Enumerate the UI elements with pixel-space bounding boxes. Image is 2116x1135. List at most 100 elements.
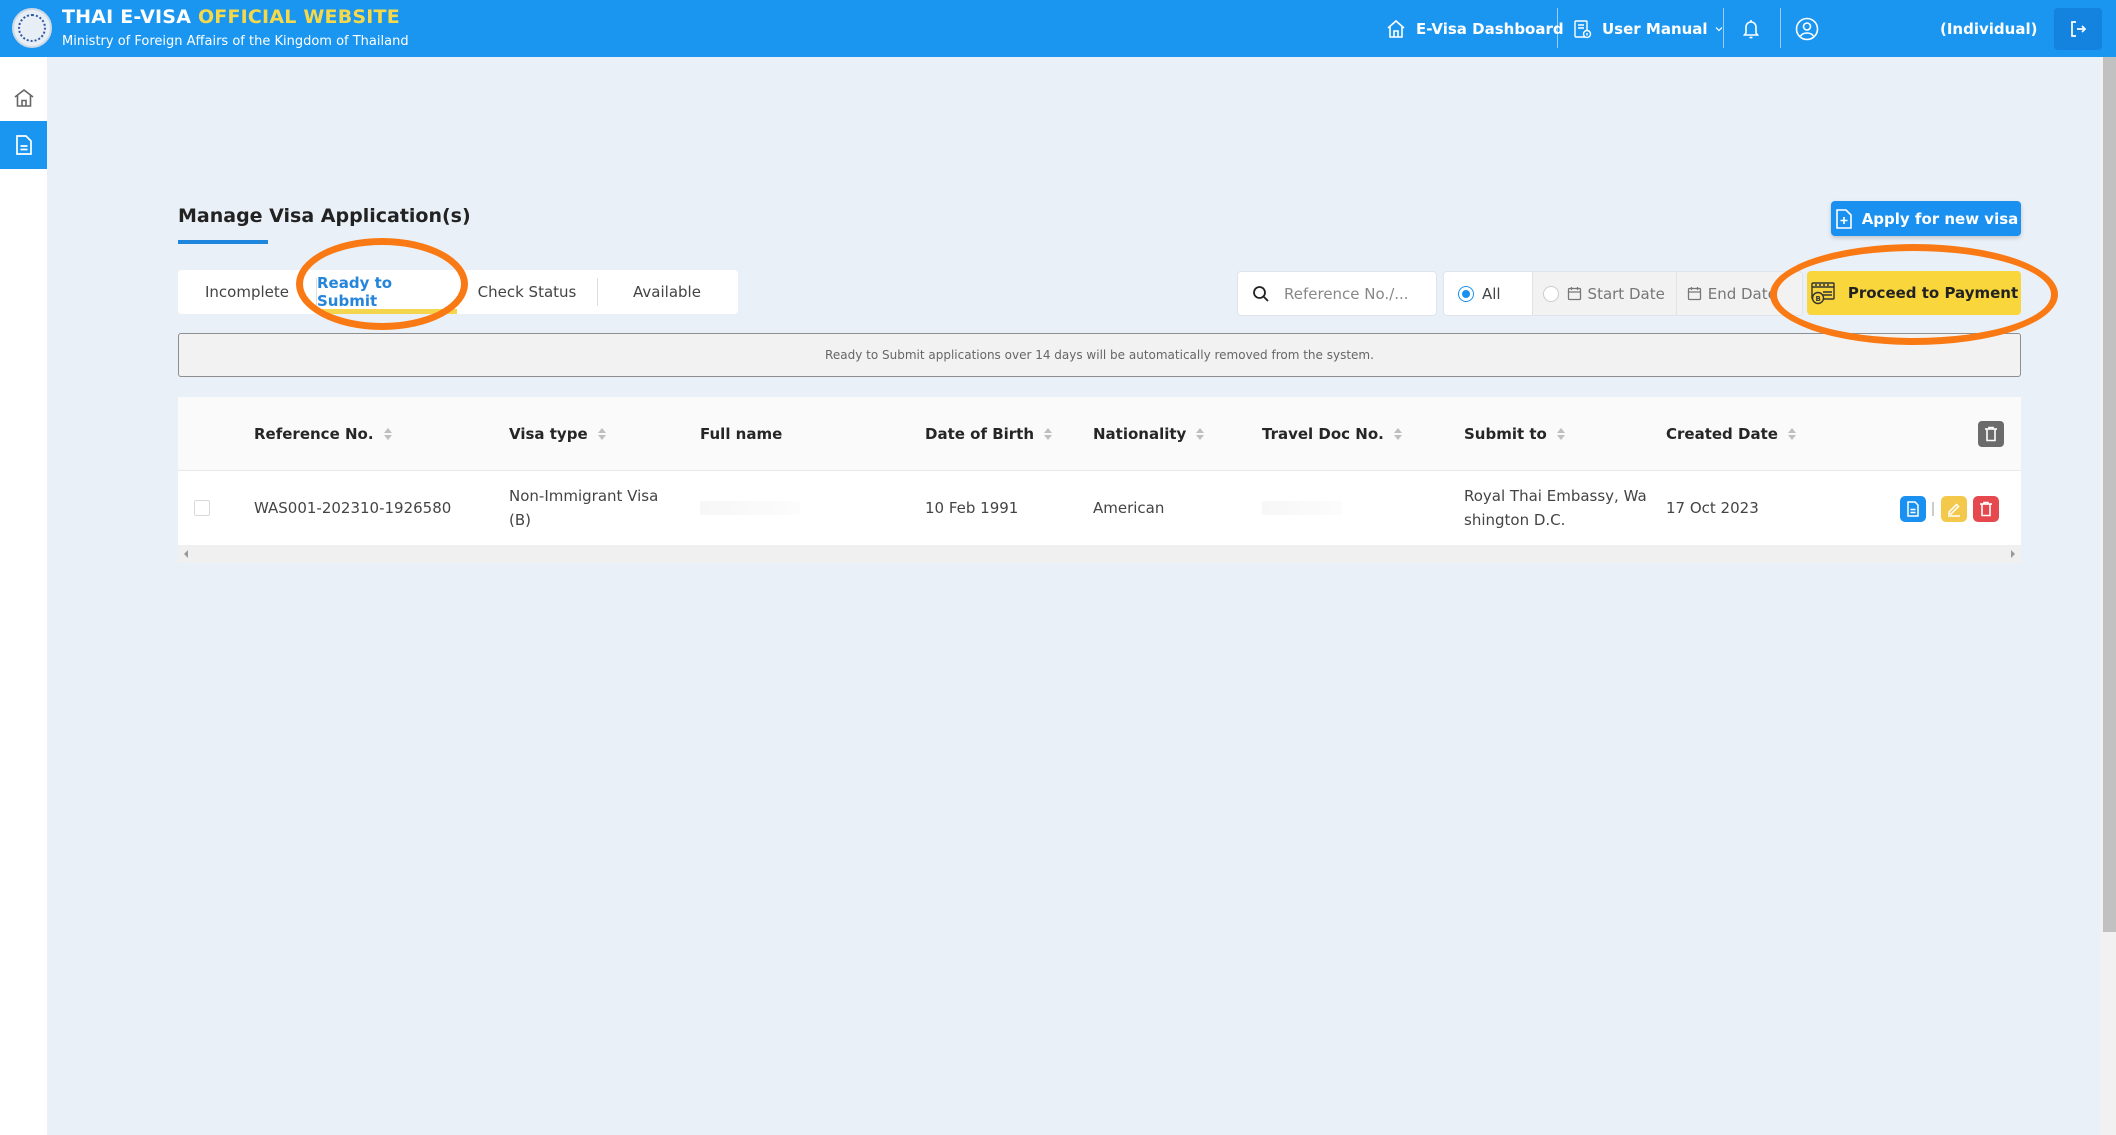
visa-type-line: (B) (509, 511, 531, 529)
radio-unselected-icon (1542, 285, 1559, 302)
book-icon (1574, 19, 1592, 38)
submit-to-line: shington D.C. (1464, 511, 1566, 529)
cell-travel-doc-no (1262, 471, 1342, 545)
tab-label: Available (633, 283, 701, 301)
pencil-icon (1948, 503, 1960, 517)
sidebar (0, 57, 47, 1135)
column-label: Visa type (509, 425, 588, 443)
page-scrollbar-thumb[interactable] (2103, 57, 2116, 932)
logout-button[interactable] (2054, 8, 2102, 50)
start-date-picker[interactable]: Start Date (1531, 272, 1676, 315)
site-title-accent: OFFICIAL WEBSITE (197, 6, 400, 28)
tab-incomplete[interactable]: Incomplete (178, 270, 316, 314)
cell-reference-no: WAS001-202310-1926580 (254, 499, 452, 517)
document-icon (1907, 501, 1919, 517)
bell-icon (1742, 19, 1760, 38)
delete-application-button[interactable] (1973, 496, 1999, 522)
profile-button[interactable] (1795, 0, 1819, 57)
end-date-picker[interactable]: End Date (1675, 272, 1802, 315)
table-horizontal-scrollbar[interactable] (178, 545, 2021, 563)
account-type: (Individual) (1940, 19, 2038, 38)
edit-application-button[interactable] (1941, 496, 1967, 522)
cell-full-name (700, 471, 800, 545)
sort-icon[interactable] (1044, 428, 1053, 440)
ministry-logo[interactable] (12, 8, 52, 48)
scroll-right-arrow-icon[interactable] (2011, 550, 2015, 558)
cell-nationality: American (1093, 499, 1165, 517)
date-filter-all-option[interactable]: All (1444, 272, 1532, 315)
tab-label: Ready to Submit (317, 274, 393, 310)
row-select-checkbox[interactable] (194, 471, 210, 545)
page-title: Manage Visa Application(s) (178, 205, 471, 227)
sort-icon[interactable] (1196, 428, 1205, 440)
site-subtitle: Ministry of Foreign Affairs of the Kingd… (62, 34, 409, 49)
sort-icon[interactable] (1393, 428, 1402, 440)
sort-icon[interactable] (597, 428, 606, 440)
file-plus-icon (1835, 208, 1852, 229)
column-header-nationality[interactable]: Nationality (1093, 397, 1205, 471)
nav-dashboard-label: E-Visa Dashboard (1416, 19, 1564, 38)
sort-icon[interactable] (1787, 428, 1796, 440)
date-filter-all-label: All (1482, 284, 1501, 303)
column-label: Travel Doc No. (1262, 425, 1384, 443)
nav-user-manual-dropdown[interactable]: User Manual (1572, 0, 1724, 57)
sidebar-item-applications[interactable] (0, 121, 47, 169)
tab-check-status[interactable]: Check Status (457, 270, 597, 314)
cell-visa-type: Non-Immigrant Visa (B) (509, 471, 658, 545)
home-icon (1387, 19, 1405, 38)
end-date-label: End Date (1707, 284, 1777, 303)
search-icon (1253, 285, 1269, 302)
site-title: THAI E-VISA OFFICIAL WEBSITE (62, 6, 400, 28)
sort-icon[interactable] (383, 428, 392, 440)
svg-text:B: B (1815, 295, 1820, 303)
column-header-travel-doc-no[interactable]: Travel Doc No. (1262, 397, 1402, 471)
radio-selected-icon (1458, 285, 1474, 302)
column-header-reference-no[interactable]: Reference No. (254, 397, 392, 471)
checkbox[interactable] (194, 500, 210, 516)
title-underline (178, 240, 268, 244)
logout-icon (2071, 21, 2087, 37)
apply-new-visa-button[interactable]: Apply for new visa (1831, 201, 2021, 236)
search-field[interactable] (1237, 271, 1437, 316)
column-header-submit-to[interactable]: Submit to (1464, 397, 1565, 471)
sidebar-item-home[interactable] (0, 74, 47, 122)
document-icon (15, 135, 32, 155)
cell-date-of-birth: 10 Feb 1991 (925, 499, 1019, 517)
applications-table: Reference No. Visa type Full name Date o… (178, 397, 2021, 545)
column-header-visa-type[interactable]: Visa type (509, 397, 606, 471)
scroll-left-arrow-icon[interactable] (184, 550, 188, 558)
tab-available[interactable]: Available (598, 270, 736, 314)
tab-ready-to-submit[interactable]: Ready to Submit (317, 270, 457, 314)
bulk-delete-button[interactable] (1978, 421, 2004, 447)
nav-dashboard-link[interactable]: E-Visa Dashboard (1386, 0, 1564, 57)
site-title-main: THAI E-VISA (62, 6, 192, 28)
redacted-travel-doc (1262, 501, 1342, 515)
start-date-label: Start Date (1587, 284, 1665, 303)
seal-icon (18, 14, 46, 42)
column-header-full-name: Full name (700, 397, 782, 471)
date-filter-group: All Start Date End Date (1443, 271, 1803, 316)
column-label: Created Date (1666, 425, 1778, 443)
search-input[interactable] (1284, 284, 1424, 303)
nav-divider (1557, 8, 1558, 48)
notifications-button[interactable] (1741, 0, 1761, 57)
column-label: Submit to (1464, 425, 1547, 443)
tab-label: Check Status (477, 283, 577, 301)
view-application-button[interactable] (1900, 496, 1926, 522)
table-header: Reference No. Visa type Full name Date o… (178, 397, 2021, 471)
cell-submit-to: Royal Thai Embassy, Wa shington D.C. (1464, 471, 1647, 545)
trash-icon (1980, 501, 1992, 517)
payment-bill-icon: B (1811, 282, 1835, 305)
cell-created-date: 17 Oct 2023 (1666, 499, 1759, 517)
status-tabs: Incomplete Ready to Submit Check Status … (178, 270, 738, 314)
tab-label: Incomplete (205, 283, 289, 301)
apply-new-visa-label: Apply for new visa (1861, 209, 2019, 228)
user-circle-icon (1795, 17, 1819, 40)
sort-icon[interactable] (1556, 428, 1565, 440)
proceed-to-payment-button[interactable]: B Proceed to Payment (1807, 271, 2021, 315)
column-header-created-date[interactable]: Created Date (1666, 397, 1796, 471)
submit-to-line: Royal Thai Embassy, Wa (1464, 487, 1647, 505)
column-label: Full name (700, 425, 783, 443)
auto-removal-notice: Ready to Submit applications over 14 day… (178, 333, 2021, 377)
column-header-date-of-birth[interactable]: Date of Birth (925, 397, 1053, 471)
